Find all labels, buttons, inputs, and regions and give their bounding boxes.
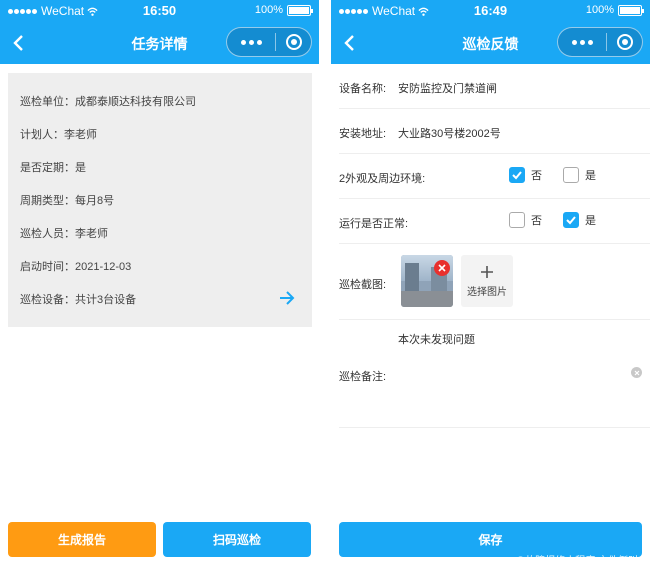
running-row: 运行是否正常: 否 是: [339, 199, 650, 244]
choose-image-button[interactable]: 选择图片: [461, 255, 513, 307]
generate-report-button[interactable]: 生成报告: [8, 522, 156, 557]
close-miniprogram-button[interactable]: [276, 33, 311, 51]
more-button[interactable]: [558, 39, 606, 45]
battery-icon: [287, 4, 313, 16]
target-icon: [285, 34, 302, 50]
choose-image-label: 选择图片: [467, 286, 507, 298]
inspection-photo-thumbnail[interactable]: [401, 255, 453, 307]
check-icon: [566, 216, 576, 225]
appearance-no-checkbox[interactable]: [509, 167, 525, 183]
more-button[interactable]: [227, 39, 275, 45]
nav-bar: 任务详情: [0, 22, 319, 64]
miniprogram-capsule: [557, 27, 643, 57]
running-no-option[interactable]: 否: [509, 212, 542, 228]
appearance-row: 2外观及周边环境: 否 是: [339, 154, 650, 199]
close-miniprogram-button[interactable]: [607, 33, 642, 51]
remark-label: 巡检备注:: [339, 371, 387, 383]
info-row-periodic: 是否定期：是: [20, 162, 86, 174]
device-name-label: 设备名称:: [339, 83, 387, 95]
task-info-card: 巡检单位：成都泰顺达科技有限公司 计划人：李老师 是否定期：是 周期类型：每月8…: [8, 73, 312, 327]
appearance-label: 2外观及周边环境:: [339, 173, 426, 185]
remove-photo-button[interactable]: [434, 260, 450, 276]
inspection-feedback-screen: WeChat 16:49 100% 巡检反馈 设备名称: 安防监控及门禁道闸 安…: [331, 0, 650, 569]
divider: [339, 427, 650, 428]
device-name-row: 设备名称: 安防监控及门禁道闸: [339, 64, 650, 109]
screenshot-label: 巡检截图:: [339, 279, 387, 291]
arrow-right-icon[interactable]: [278, 289, 296, 307]
info-row-devices[interactable]: 巡检设备：共计3台设备: [8, 291, 312, 324]
status-bar: WeChat 16:49 100%: [331, 0, 650, 22]
battery-icon: [618, 4, 644, 16]
info-row-cycle: 周期类型：每月8号: [20, 195, 115, 207]
address-label: 安装地址:: [339, 128, 387, 140]
target-icon: [616, 34, 633, 50]
appearance-no-label: 否: [531, 170, 542, 182]
info-row-inspector: 巡检人员：李老师: [20, 228, 108, 240]
nav-bar: 巡检反馈: [331, 22, 650, 64]
battery-percent: 100%: [585, 4, 614, 16]
task-detail-screen: WeChat 16:50 100% 任务详情 巡检单位：成都泰顺达科技有限公司 …: [0, 0, 319, 569]
info-row-unit: 巡检单位：成都泰顺达科技有限公司: [20, 96, 196, 108]
appearance-yes-label: 是: [585, 170, 596, 182]
running-label: 运行是否正常:: [339, 218, 409, 230]
info-row-start-time: 启动时间：2021-12-03: [20, 261, 132, 273]
running-no-label: 否: [531, 215, 542, 227]
appearance-yes-option[interactable]: 是: [563, 167, 596, 183]
running-no-checkbox[interactable]: [509, 212, 525, 228]
device-name-value: 安防监控及门禁道闸: [398, 83, 497, 95]
running-yes-checkbox[interactable]: [563, 212, 579, 228]
address-value: 大业路30号楼2002号: [398, 128, 501, 140]
devices-text: 巡检设备：共计3台设备: [20, 294, 137, 306]
miniprogram-capsule: [226, 27, 312, 57]
plus-icon: [481, 265, 493, 278]
status-bar: WeChat 16:50 100%: [0, 0, 319, 22]
appearance-no-option[interactable]: 否: [509, 167, 542, 183]
close-icon: [634, 370, 639, 375]
watermark: CSDN @故障报修小程序 文件倒叫: [483, 556, 638, 567]
scan-inspect-button[interactable]: 扫码巡检: [163, 522, 311, 557]
remark-textarea[interactable]: 本次未发现问题: [398, 331, 475, 347]
address-row: 安装地址: 大业路30号楼2002号: [339, 109, 650, 154]
battery-percent: 100%: [254, 4, 283, 16]
clear-remark-button[interactable]: [631, 367, 642, 378]
check-icon: [512, 171, 522, 180]
info-row-planner: 计划人：李老师: [20, 129, 97, 141]
appearance-yes-checkbox[interactable]: [563, 167, 579, 183]
close-icon: [438, 264, 446, 272]
running-yes-label: 是: [585, 215, 596, 227]
running-yes-option[interactable]: 是: [563, 212, 596, 228]
